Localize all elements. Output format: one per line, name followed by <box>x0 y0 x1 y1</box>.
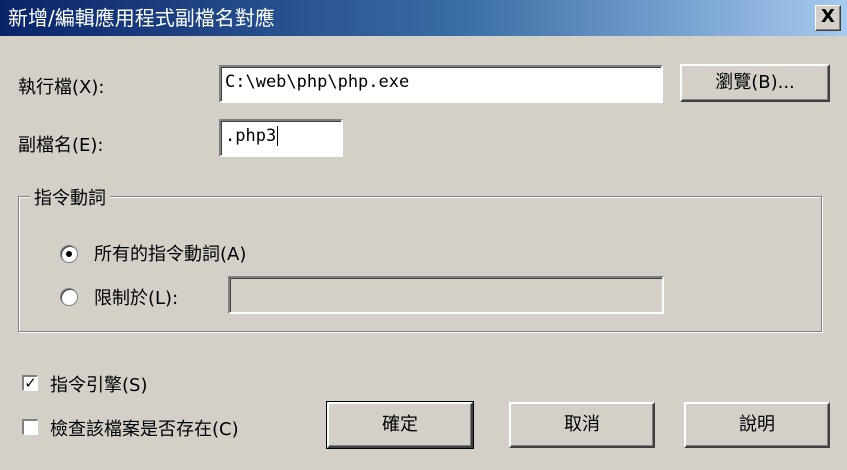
close-icon: X <box>821 6 835 27</box>
help-button[interactable]: 說明 <box>684 402 830 448</box>
executable-value: C:\web\php\php.exe <box>225 72 410 92</box>
executable-input[interactable]: C:\web\php\php.exe <box>219 65 663 103</box>
check-file-label[interactable]: 檢查該檔案是否存在(C) <box>50 415 239 441</box>
extension-value: .php3 <box>225 126 277 146</box>
limit-verbs-label[interactable]: 限制於(L): <box>94 284 178 310</box>
check-file-checkbox[interactable] <box>22 419 38 435</box>
browse-button[interactable]: 瀏覽(B)... <box>680 64 830 102</box>
extension-input[interactable]: .php3 <box>219 119 343 157</box>
limit-verbs-input[interactable] <box>228 276 664 314</box>
title-bar: 新增/編輯應用程式副檔名對應 X <box>0 0 847 36</box>
all-verbs-label[interactable]: 所有的指令動詞(A) <box>94 240 246 266</box>
browse-button-label: 瀏覽(B)... <box>715 72 795 93</box>
cancel-button[interactable]: 取消 <box>509 402 655 448</box>
extension-label: 副檔名(E): <box>18 135 104 156</box>
window-title: 新增/編輯應用程式副檔名對應 <box>8 6 275 30</box>
help-button-label: 說明 <box>739 414 775 435</box>
script-engine-checkbox[interactable]: ✓ <box>22 375 38 391</box>
script-engine-label[interactable]: 指令引擎(S) <box>50 371 147 397</box>
ok-button-label: 確定 <box>382 414 418 435</box>
check-mark-icon: ✓ <box>24 374 37 392</box>
close-button[interactable]: X <box>815 5 841 31</box>
all-verbs-radio[interactable] <box>60 245 78 263</box>
radio-selected-dot <box>66 251 72 257</box>
text-caret <box>277 126 279 146</box>
ok-button[interactable]: 確定 <box>326 401 474 449</box>
cancel-button-label: 取消 <box>564 414 600 435</box>
executable-label: 執行檔(X): <box>18 77 105 98</box>
verbs-group-label: 指令動詞 <box>30 184 110 210</box>
limit-verbs-radio[interactable] <box>60 288 78 306</box>
